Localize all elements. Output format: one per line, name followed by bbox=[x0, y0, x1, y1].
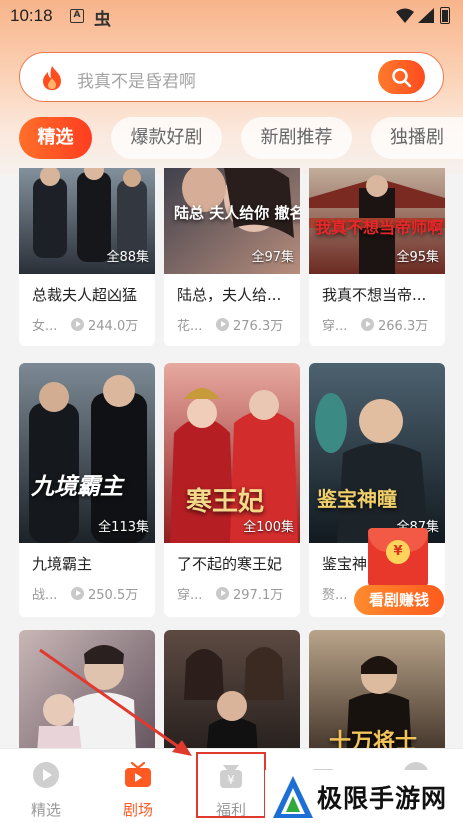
notification-app-icon: 虫 bbox=[94, 10, 111, 30]
drama-card[interactable] bbox=[19, 630, 155, 748]
play-circle-icon bbox=[33, 762, 59, 788]
play-count-icon bbox=[71, 587, 84, 600]
drama-card[interactable]: 全88集 总裁夫人超凶猛 女... 244.0万 bbox=[19, 168, 155, 346]
drama-title: 九境霸主 bbox=[32, 555, 93, 573]
drama-card[interactable] bbox=[164, 630, 300, 748]
drama-card[interactable]: 十万将士 bbox=[309, 630, 445, 748]
drama-genre: 花... bbox=[177, 319, 203, 334]
episode-count: 全113集 bbox=[98, 520, 149, 535]
highlight-box bbox=[196, 752, 266, 818]
play-count: 266.3万 bbox=[378, 319, 429, 334]
poster-caption: 十万将士 bbox=[329, 729, 418, 748]
tab-exclusive[interactable]: 独播剧 bbox=[371, 117, 463, 159]
red-packet-reward[interactable]: ¥ 看剧赚钱 bbox=[354, 528, 444, 618]
nav-featured[interactable]: 精选 bbox=[11, 761, 81, 820]
status-bar: 10:18 A 虫 bbox=[0, 0, 463, 34]
tab-new[interactable]: 新剧推荐 bbox=[241, 117, 352, 159]
tv-icon bbox=[125, 761, 151, 787]
drama-card[interactable]: 陆总 夫人给你 撤名 全97集 陆总，夫人给... 花... 276.3万 bbox=[164, 168, 300, 346]
play-count-icon bbox=[216, 587, 229, 600]
drama-card[interactable]: 我真不想当帝师啊 全95集 我真不想当帝... 穿... 266.3万 bbox=[309, 168, 445, 346]
episode-count: 全100集 bbox=[243, 520, 294, 535]
play-count-icon bbox=[216, 318, 229, 331]
play-count-icon bbox=[71, 318, 84, 331]
nav-theater[interactable]: 剧场 bbox=[103, 761, 173, 820]
tab-hot[interactable]: 爆款好剧 bbox=[111, 117, 222, 159]
play-count: 276.3万 bbox=[233, 319, 284, 334]
drama-title: 我真不想当帝... bbox=[322, 286, 427, 304]
drama-genre: 穿... bbox=[177, 588, 203, 603]
poster-caption: 陆总 夫人给你 撤名 bbox=[174, 204, 300, 222]
drama-genre: 女... bbox=[32, 319, 58, 334]
flame-icon bbox=[43, 66, 61, 90]
play-count: 250.5万 bbox=[88, 588, 139, 603]
battery-icon bbox=[440, 7, 450, 24]
drama-card[interactable]: 九境霸主 全113集 九境霸主 战... 250.5万 bbox=[19, 363, 155, 617]
play-count: 244.0万 bbox=[88, 319, 139, 334]
episode-count: 全88集 bbox=[106, 250, 149, 265]
search-icon bbox=[392, 68, 412, 88]
drama-title: 陆总，夫人给... bbox=[177, 286, 282, 304]
drama-card[interactable]: 寒王妃 全100集 了不起的寒王妃 穿... 297.1万 bbox=[164, 363, 300, 617]
watermark-text: 极限手游网 bbox=[317, 784, 448, 813]
watermark: 极限手游网 bbox=[265, 770, 463, 823]
drama-genre: 穿... bbox=[322, 319, 348, 334]
drama-grid: 全88集 总裁夫人超凶猛 女... 244.0万 陆总 夫人给你 撤名 全97集… bbox=[0, 168, 463, 748]
category-tabs: 精选 爆款好剧 新剧推荐 独播剧 bbox=[0, 117, 463, 159]
search-input[interactable]: 我真不是昏君啊 bbox=[77, 67, 196, 92]
watermark-logo-icon bbox=[273, 776, 313, 818]
play-count: 297.1万 bbox=[233, 588, 284, 603]
wifi-icon bbox=[396, 8, 414, 23]
poster-caption: 寒王妃 bbox=[186, 487, 265, 517]
nav-label: 精选 bbox=[30, 801, 61, 819]
poster-caption: 九境霸主 bbox=[31, 473, 123, 500]
poster-image bbox=[164, 630, 300, 748]
poster-image bbox=[19, 630, 155, 748]
episode-count: 全95集 bbox=[396, 250, 439, 265]
notification-a-icon: A bbox=[70, 9, 84, 23]
drama-title: 了不起的寒王妃 bbox=[177, 555, 283, 573]
search-button[interactable] bbox=[378, 60, 425, 94]
watch-earn-button[interactable]: 看剧赚钱 bbox=[354, 585, 444, 615]
episode-count: 全97集 bbox=[251, 250, 294, 265]
play-count-icon bbox=[361, 318, 374, 331]
search-bar[interactable]: 我真不是昏君啊 bbox=[19, 52, 444, 102]
status-time: 10:18 bbox=[10, 6, 53, 25]
drama-genre: 战... bbox=[32, 588, 58, 603]
coin-icon: ¥ bbox=[386, 540, 410, 564]
tab-featured[interactable]: 精选 bbox=[19, 117, 92, 159]
nav-label: 剧场 bbox=[122, 801, 153, 819]
drama-genre: 赘... bbox=[322, 588, 348, 603]
poster-caption: 我真不想当帝师啊 bbox=[315, 218, 444, 237]
poster-caption: 鉴宝神瞳 bbox=[317, 487, 397, 511]
drama-title: 总裁夫人超凶猛 bbox=[32, 286, 138, 304]
signal-icon bbox=[418, 8, 434, 23]
